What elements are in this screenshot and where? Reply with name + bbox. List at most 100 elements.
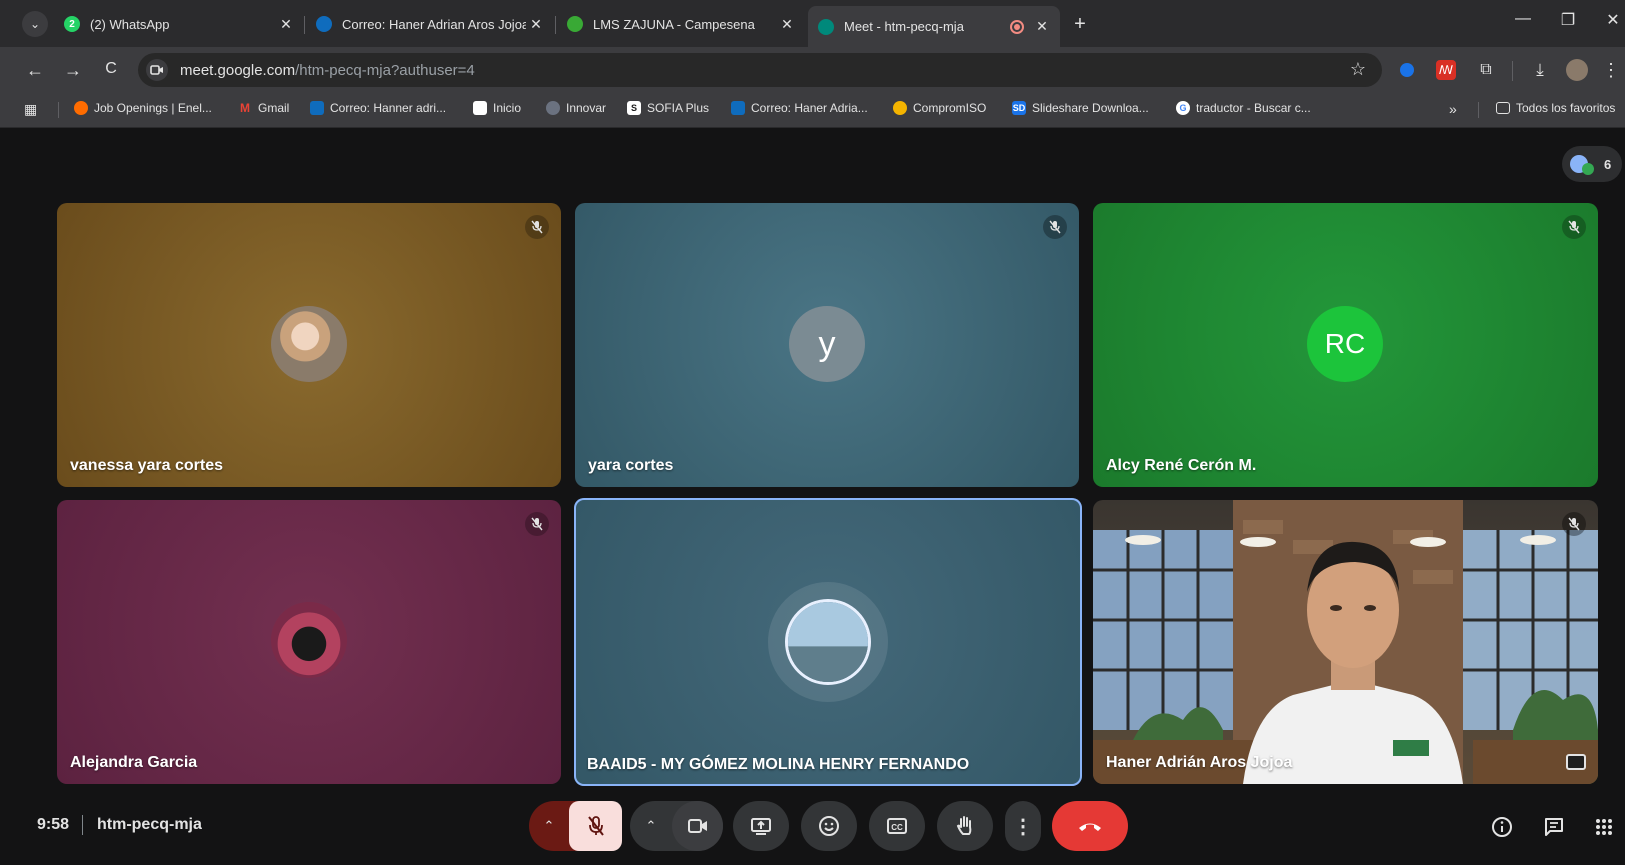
camera-options-chevron-icon[interactable]: ⌃ <box>630 818 672 834</box>
tab-search-button[interactable]: ⌄ <box>22 11 48 37</box>
more-options-button[interactable]: ⋮ <box>1005 801 1041 851</box>
download-icon[interactable]: ⤓ <box>1530 60 1550 80</box>
bookmark-label: Job Openings | Enel... <box>94 101 212 115</box>
mic-off-icon <box>1562 215 1586 239</box>
extensions-puzzle-icon[interactable]: ⧉ <box>1476 60 1496 80</box>
toolbar-divider <box>1512 61 1513 81</box>
mic-off-icon <box>587 816 604 836</box>
bookmark-item[interactable]: Inicio <box>473 101 521 115</box>
whatsapp-icon: 2 <box>64 16 80 32</box>
participant-tile[interactable]: y yara cortes <box>575 203 1079 487</box>
participant-avatar-initial: y <box>789 306 865 382</box>
tab-divider <box>304 16 305 34</box>
new-tab-button[interactable]: + <box>1068 12 1092 36</box>
bookmark-label: Correo: Haner Adria... <box>751 101 868 115</box>
bookmarks-bar: ▦ Job Openings | Enel... M Gmail Correo: … <box>0 93 1625 128</box>
mic-off-icon <box>1562 512 1586 536</box>
participants-indicator[interactable]: 6 <box>1562 146 1622 182</box>
close-tab-icon[interactable]: ✕ <box>276 16 296 33</box>
end-call-button[interactable] <box>1052 801 1128 851</box>
raise-hand-button[interactable] <box>937 801 993 851</box>
participant-tile[interactable]: Alejandra Garcia <box>57 500 561 784</box>
meet-icon <box>818 18 834 35</box>
apps-grid-icon[interactable]: ▦ <box>24 101 37 118</box>
slideshare-icon: SD <box>1012 101 1026 115</box>
participant-avatar-photo <box>271 306 347 382</box>
more-vert-icon: ⋮ <box>1013 815 1033 838</box>
mic-toggle-button[interactable] <box>569 801 622 851</box>
meeting-info-button[interactable] <box>1488 813 1516 841</box>
all-bookmarks-folder[interactable]: Todos los favoritos <box>1496 101 1615 115</box>
close-window-button[interactable]: ✕ <box>1598 10 1625 30</box>
participant-tile-video[interactable]: Haner Adrián Aros Jojoa <box>1093 500 1598 784</box>
participant-tile[interactable]: RC Alcy René Cerón M. <box>1093 203 1598 487</box>
tab-whatsapp[interactable]: 2 (2) WhatsApp ✕ <box>54 6 304 42</box>
tab-correo[interactable]: Correo: Haner Adrian Aros Jojoa ✕ <box>306 6 554 42</box>
bookmark-item[interactable]: Innovar <box>546 101 606 115</box>
bookmark-item[interactable]: Correo: Hanner adri... <box>310 101 446 115</box>
participant-tile[interactable]: vanessa yara cortes <box>57 203 561 487</box>
reactions-button[interactable] <box>801 801 857 851</box>
tab-meet[interactable]: Meet - htm-pecq-mja ✕ <box>808 6 1060 47</box>
close-tab-icon[interactable]: ✕ <box>526 16 546 33</box>
extension-icon[interactable] <box>1400 63 1414 77</box>
participant-name: Alejandra Garcia <box>70 754 198 771</box>
bookmark-item[interactable]: M Gmail <box>238 101 289 115</box>
bookmark-item[interactable]: Job Openings | Enel... <box>74 101 212 115</box>
bookmark-item[interactable]: SD Slideshare Downloa... <box>1012 101 1149 115</box>
bookmark-label: CompromISO <box>913 101 987 115</box>
captions-button[interactable]: CC <box>869 801 925 851</box>
browser-menu-icon[interactable]: ⋮ <box>1600 60 1622 81</box>
apps-grid-icon <box>1596 819 1612 835</box>
camera-toggle-button[interactable] <box>672 801 723 851</box>
participant-count: 6 <box>1604 156 1612 172</box>
participant-avatar <box>1582 163 1594 175</box>
overflow-chevron: » <box>1449 101 1457 117</box>
meeting-clock: 9:58 <box>37 816 70 833</box>
url-path: /htm-pecq-mja?authuser=4 <box>295 61 475 79</box>
tab-divider <box>555 16 556 34</box>
omnibox[interactable]: meet.google.com/htm-pecq-mja?authuser=4 … <box>138 53 1382 87</box>
bookmark-item[interactable]: S SOFIA Plus <box>627 101 709 115</box>
chat-button[interactable] <box>1540 813 1568 841</box>
zajuna-icon <box>567 16 583 32</box>
bookmark-label: Todos los favoritos <box>1516 101 1616 115</box>
profile-avatar[interactable] <box>1566 59 1588 81</box>
emoji-icon <box>819 816 839 836</box>
back-button[interactable]: ← <box>24 60 46 81</box>
tab-lms-zajuna[interactable]: LMS ZAJUNA - Campesena ✕ <box>557 6 805 42</box>
mic-options-chevron-icon[interactable]: ⌃ <box>529 818 569 834</box>
bookmark-item[interactable]: Correo: Haner Adria... <box>731 101 868 115</box>
forward-button[interactable]: → <box>62 60 84 81</box>
bookmarks-overflow-button[interactable]: » <box>1449 101 1457 117</box>
restore-button[interactable]: ❐ <box>1553 10 1583 30</box>
site-info-icon[interactable] <box>146 59 168 81</box>
outlook-icon <box>316 16 332 32</box>
picture-in-picture-icon[interactable] <box>1566 754 1586 770</box>
reload-button[interactable]: C <box>100 60 122 78</box>
bookmark-item[interactable]: CompromISO <box>893 101 986 115</box>
bookmark-label: Inicio <box>493 101 522 115</box>
close-tab-icon[interactable]: ✕ <box>777 16 797 33</box>
enel-icon <box>74 101 88 115</box>
address-bar-row: ← → C meet.google.com/htm-pecq-mja?authu… <box>0 47 1625 93</box>
meeting-code: htm-pecq-mja <box>97 816 202 833</box>
close-tab-icon[interactable]: ✕ <box>1032 18 1052 35</box>
extension-icon[interactable]: ꟿ <box>1436 60 1456 80</box>
tab-label: (2) WhatsApp <box>90 16 170 32</box>
bookmark-item[interactable]: Gtraductor - Buscar c... <box>1176 101 1311 115</box>
chevron-down-icon: ⌄ <box>29 17 41 31</box>
present-screen-button[interactable] <box>733 801 789 851</box>
outlook-icon <box>310 101 324 115</box>
participant-name: Alcy René Cerón M. <box>1106 457 1257 474</box>
bookmark-label: Innovar <box>566 101 607 115</box>
mic-off-icon <box>525 512 549 536</box>
participant-name: BAAID5 - MY GÓMEZ MOLINA HENRY FERNANDO <box>587 756 970 773</box>
mic-off-icon <box>525 215 549 239</box>
participant-tile-speaking[interactable]: BAAID5 - MY GÓMEZ MOLINA HENRY FERNANDO <box>574 498 1082 786</box>
minimize-button[interactable]: — <box>1508 10 1538 28</box>
activities-button[interactable] <box>1590 813 1618 841</box>
captions-icon: CC <box>887 818 907 834</box>
bookmark-star-icon[interactable]: ☆ <box>1350 59 1366 80</box>
recording-icon <box>1010 19 1024 34</box>
